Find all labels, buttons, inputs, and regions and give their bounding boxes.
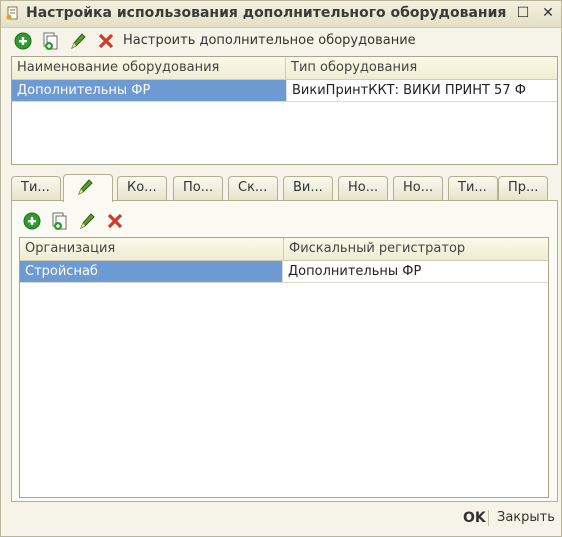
tab-6[interactable]: Ви... (283, 176, 333, 200)
form-icon (6, 6, 20, 20)
delete-icon[interactable] (96, 31, 116, 51)
title-bar: Настройка использования дополнительного … (1, 1, 561, 28)
column-header-equipment-type[interactable]: Тип оборудования (286, 57, 557, 79)
edit-icon (75, 177, 95, 205)
tab-5[interactable]: Ск... (228, 176, 278, 200)
cell-fiscal-registrar[interactable]: Дополнительны ФР (282, 261, 548, 282)
column-header-organization[interactable]: Организация (20, 238, 284, 260)
organization-toolbar (20, 210, 140, 232)
column-header-equipment-name[interactable]: Наименование оборудования (12, 57, 286, 79)
table-header: Наименование оборудования Тип оборудован… (12, 57, 557, 80)
edit-icon[interactable] (68, 31, 88, 51)
tab-edit[interactable] (63, 174, 113, 202)
dialog-footer: OK Закрыть (1, 504, 561, 536)
close-window-button[interactable]: ✕ (539, 4, 557, 22)
configure-equipment-button[interactable]: Настроить дополнительное оборудование (123, 33, 416, 48)
organization-table: Организация Фискальный регистратор Строй… (19, 237, 549, 498)
tab-9[interactable]: Ти... (448, 176, 498, 200)
close-button[interactable]: Закрыть (497, 510, 555, 525)
ok-button[interactable]: OK (463, 510, 486, 526)
tab-8[interactable]: Но... (393, 176, 443, 200)
tab-3[interactable]: Ко... (117, 176, 167, 200)
add-icon[interactable] (22, 211, 42, 231)
delete-icon[interactable] (105, 211, 125, 231)
tab-10[interactable]: Пр... (498, 176, 548, 200)
tab-strip: Ти... Ко... По... Ск... Ви... Но... Но..… (11, 174, 556, 202)
window-title: Настройка использования дополнительного … (26, 5, 507, 21)
maximize-button[interactable]: ☐ (514, 4, 532, 22)
table-row[interactable]: Дополнительны ФР ВикиПринтККТ: ВИКИ ПРИН… (12, 80, 557, 102)
cell-organization[interactable]: Стройснаб (20, 261, 282, 282)
column-header-fiscal-registrar[interactable]: Фискальный регистратор (284, 238, 548, 260)
copy-icon[interactable] (49, 211, 69, 231)
tab-7[interactable]: Но... (338, 176, 388, 200)
cell-equipment-name[interactable]: Дополнительны ФР (12, 80, 286, 101)
edit-icon[interactable] (77, 211, 97, 231)
table-row[interactable]: Стройснаб Дополнительны ФР (20, 261, 548, 283)
dialog-window: Настройка использования дополнительного … (0, 0, 562, 537)
footer-separator (488, 510, 489, 526)
add-icon[interactable] (13, 31, 33, 51)
tab-4[interactable]: По... (173, 176, 223, 200)
cell-equipment-type[interactable]: ВикиПринтККТ: ВИКИ ПРИНТ 57 Ф (286, 80, 557, 101)
tab-1[interactable]: Ти... (11, 176, 61, 200)
table-header: Организация Фискальный регистратор (20, 238, 548, 261)
equipment-table: Наименование оборудования Тип оборудован… (11, 56, 558, 165)
copy-icon[interactable] (40, 31, 60, 51)
tab-panel: Организация Фискальный регистратор Строй… (11, 200, 558, 502)
equipment-toolbar: Настроить дополнительное оборудование (11, 30, 551, 52)
